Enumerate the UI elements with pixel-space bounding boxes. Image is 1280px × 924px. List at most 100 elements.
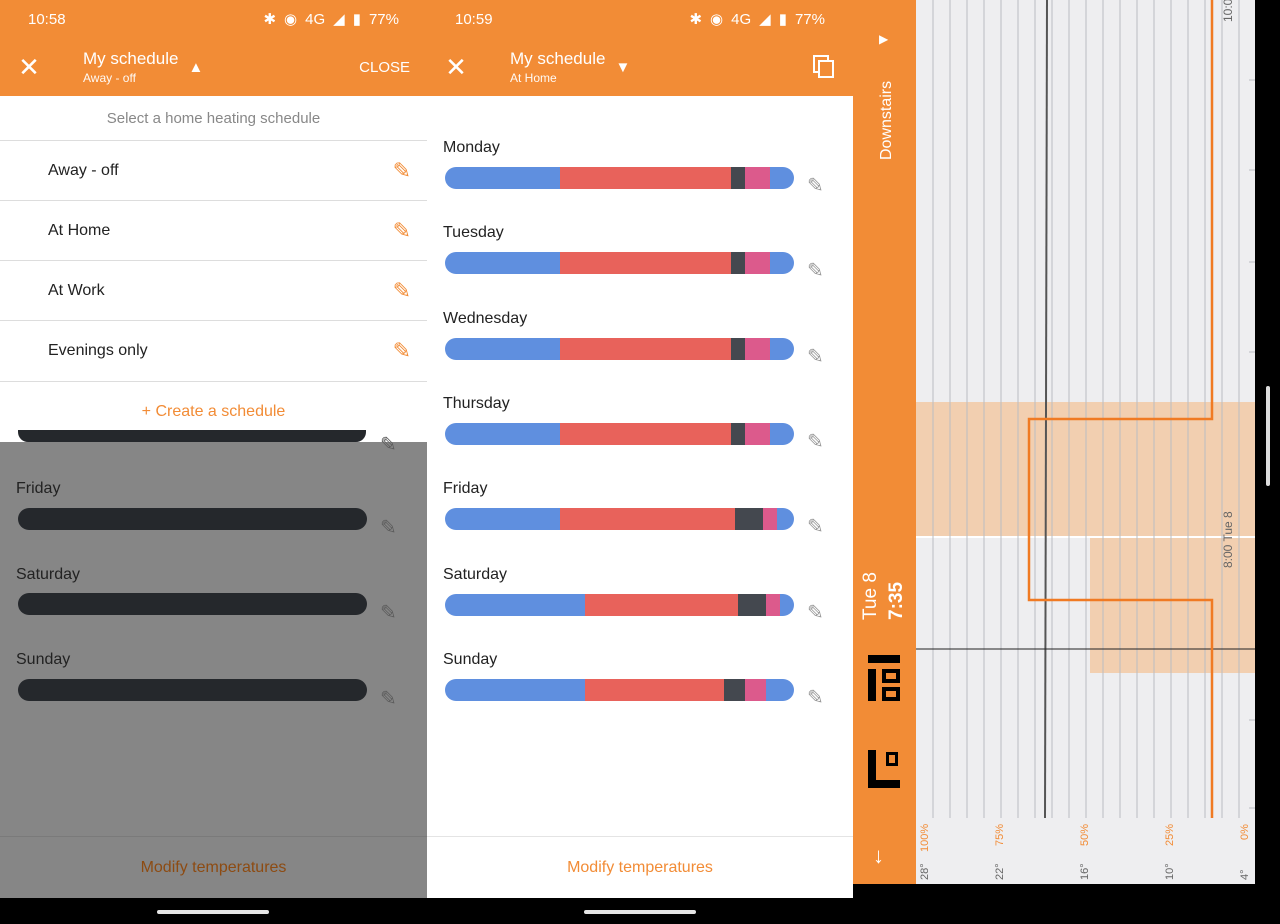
schedule-bar-wednesday[interactable] xyxy=(445,337,794,360)
edit-icon[interactable]: ✎ xyxy=(807,514,824,539)
schedule-segment xyxy=(745,252,770,275)
day-label-tuesday: Tuesday xyxy=(443,224,504,242)
chevron-down-icon: ▼ xyxy=(615,58,631,76)
edit-icon[interactable]: ✎ xyxy=(807,685,824,710)
schedule-item-evenings-only[interactable]: Evenings only ✎ xyxy=(0,320,427,380)
scroll-handle[interactable] xyxy=(1266,386,1270,486)
copy-icon[interactable] xyxy=(813,55,835,79)
schedule-segment xyxy=(738,593,767,616)
schedule-segment xyxy=(560,422,732,445)
battery-icon: ▮ xyxy=(778,11,787,28)
current-time: 7:35 xyxy=(886,581,907,620)
marker-label: 8:00 Tue 8 xyxy=(1221,511,1235,568)
schedule-segment xyxy=(445,593,585,616)
edit-icon: ✎ xyxy=(380,434,397,456)
day-label-saturday: Saturday xyxy=(443,565,508,583)
status-bar: 10:59 ✱ ◉ 4G ◢ ▮ 77% xyxy=(427,0,853,38)
zone-name[interactable]: Downstairs xyxy=(878,81,896,160)
schedule-bar-sunday[interactable] xyxy=(445,678,794,701)
schedule-bar-tuesday[interactable] xyxy=(445,252,794,275)
edit-icon[interactable]: ✎ xyxy=(393,278,411,304)
day-label-thursday: Thursday xyxy=(443,394,510,412)
temp-tick: 28° xyxy=(919,863,931,880)
battery-level: 77% xyxy=(794,10,825,28)
close-icon[interactable]: ✕ xyxy=(427,52,485,83)
temp-tick: 16° xyxy=(1079,863,1091,880)
schedule-title: My schedule xyxy=(83,49,179,68)
edit-icon[interactable]: ✎ xyxy=(393,218,411,244)
schedule-dropdown: Select a home heating schedule Away - of… xyxy=(0,96,427,442)
modify-temperatures-button[interactable]: Modify temperatures xyxy=(427,836,853,898)
temp-tick: 22° xyxy=(994,863,1006,880)
schedule-segment xyxy=(769,337,794,360)
schedule-bar-thursday[interactable] xyxy=(445,422,794,445)
graph-canvas xyxy=(916,0,1255,819)
schedule-segment xyxy=(731,337,746,360)
nav-handle[interactable] xyxy=(157,910,269,914)
left-pane: 10:58 ✱ ◉ 4G ◢ ▮ 77% ✕ My schedule Away … xyxy=(0,0,427,898)
bluetooth-icon: ✱ xyxy=(689,11,703,28)
close-button[interactable]: CLOSE xyxy=(359,59,410,76)
schedule-bar-friday[interactable] xyxy=(445,508,794,531)
schedule-item-away-off[interactable]: Away - off ✎ xyxy=(0,140,427,200)
schedule-bar-monday[interactable] xyxy=(445,167,794,189)
edit-icon[interactable]: ✎ xyxy=(807,344,824,369)
edit-icon[interactable]: ✎ xyxy=(807,429,824,454)
close-icon[interactable]: ✕ xyxy=(0,52,58,83)
status-time: 10:58 xyxy=(28,10,66,28)
day-label-saturday: Saturday xyxy=(16,566,81,583)
schedule-item-at-home[interactable]: At Home ✎ xyxy=(0,200,427,260)
schedule-segment xyxy=(745,337,770,360)
signal-icon: ◢ xyxy=(333,11,345,28)
schedule-bar-saturday[interactable] xyxy=(445,593,794,616)
current-date: Tue 8 xyxy=(860,572,881,620)
status-time: 10:59 xyxy=(455,10,493,28)
dimmed-bar xyxy=(18,679,367,701)
schedule-segment xyxy=(560,252,732,275)
schedule-segment xyxy=(584,678,725,701)
modify-temperatures-button[interactable]: Modify temperatures xyxy=(0,836,427,898)
edit-icon[interactable]: ✎ xyxy=(807,258,824,283)
hotspot-icon: ◉ xyxy=(710,11,724,28)
percent-tick: 75% xyxy=(994,823,1006,846)
percent-tick: 0% xyxy=(1239,824,1251,840)
day-label-sunday: Sunday xyxy=(443,650,498,668)
schedule-selector[interactable]: My schedule Away - off ▲ xyxy=(83,49,203,85)
dimmed-bar xyxy=(18,508,367,530)
schedule-segment xyxy=(731,422,746,445)
temperature-display-icon xyxy=(868,750,900,788)
nav-handle[interactable] xyxy=(584,910,696,914)
schedule-segment xyxy=(560,508,735,531)
edit-icon: ✎ xyxy=(380,517,397,539)
schedule-segment xyxy=(731,167,746,189)
chevron-up-icon: ▲ xyxy=(188,58,204,76)
schedule-segment xyxy=(560,167,732,189)
axis-strip: 100% 75% 50% 25% 0% 28° 22° 16° 10° 4° xyxy=(916,818,1255,884)
day-label-friday: Friday xyxy=(443,480,488,498)
middle-pane: 10:59 ✱ ◉ 4G ◢ ▮ 77% ✕ My schedule At Ho… xyxy=(427,0,853,898)
arrow-down-icon[interactable]: ↓ xyxy=(873,843,884,869)
schedule-segment xyxy=(766,593,780,616)
edit-icon[interactable]: ✎ xyxy=(807,173,824,198)
schedule-segment xyxy=(445,422,561,445)
percent-tick: 100% xyxy=(919,823,931,852)
schedule-segment xyxy=(766,678,794,701)
schedule-segment xyxy=(776,508,794,531)
edit-icon: ✎ xyxy=(380,602,397,624)
schedule-item-at-work[interactable]: At Work ✎ xyxy=(0,260,427,320)
edit-icon[interactable]: ✎ xyxy=(393,158,411,184)
dropdown-heading: Select a home heating schedule xyxy=(106,109,321,127)
edit-icon: ✎ xyxy=(380,688,397,710)
battery-level: 77% xyxy=(368,10,399,28)
schedule-selector[interactable]: My schedule At Home ▼ xyxy=(510,49,630,85)
schedule-segment xyxy=(780,593,794,616)
schedule-segment xyxy=(445,337,561,360)
edit-icon[interactable]: ✎ xyxy=(393,338,411,364)
play-icon[interactable]: ▶ xyxy=(879,32,888,46)
thermostat-display-icon xyxy=(868,655,900,701)
day-label-sunday: Sunday xyxy=(16,651,71,668)
edit-icon[interactable]: ✎ xyxy=(807,600,824,625)
zone-sidebar: ▶ Downstairs Tue 8 7:35 ↓ xyxy=(853,0,916,884)
schedule-segment xyxy=(445,508,561,531)
network-label: 4G xyxy=(305,10,326,28)
